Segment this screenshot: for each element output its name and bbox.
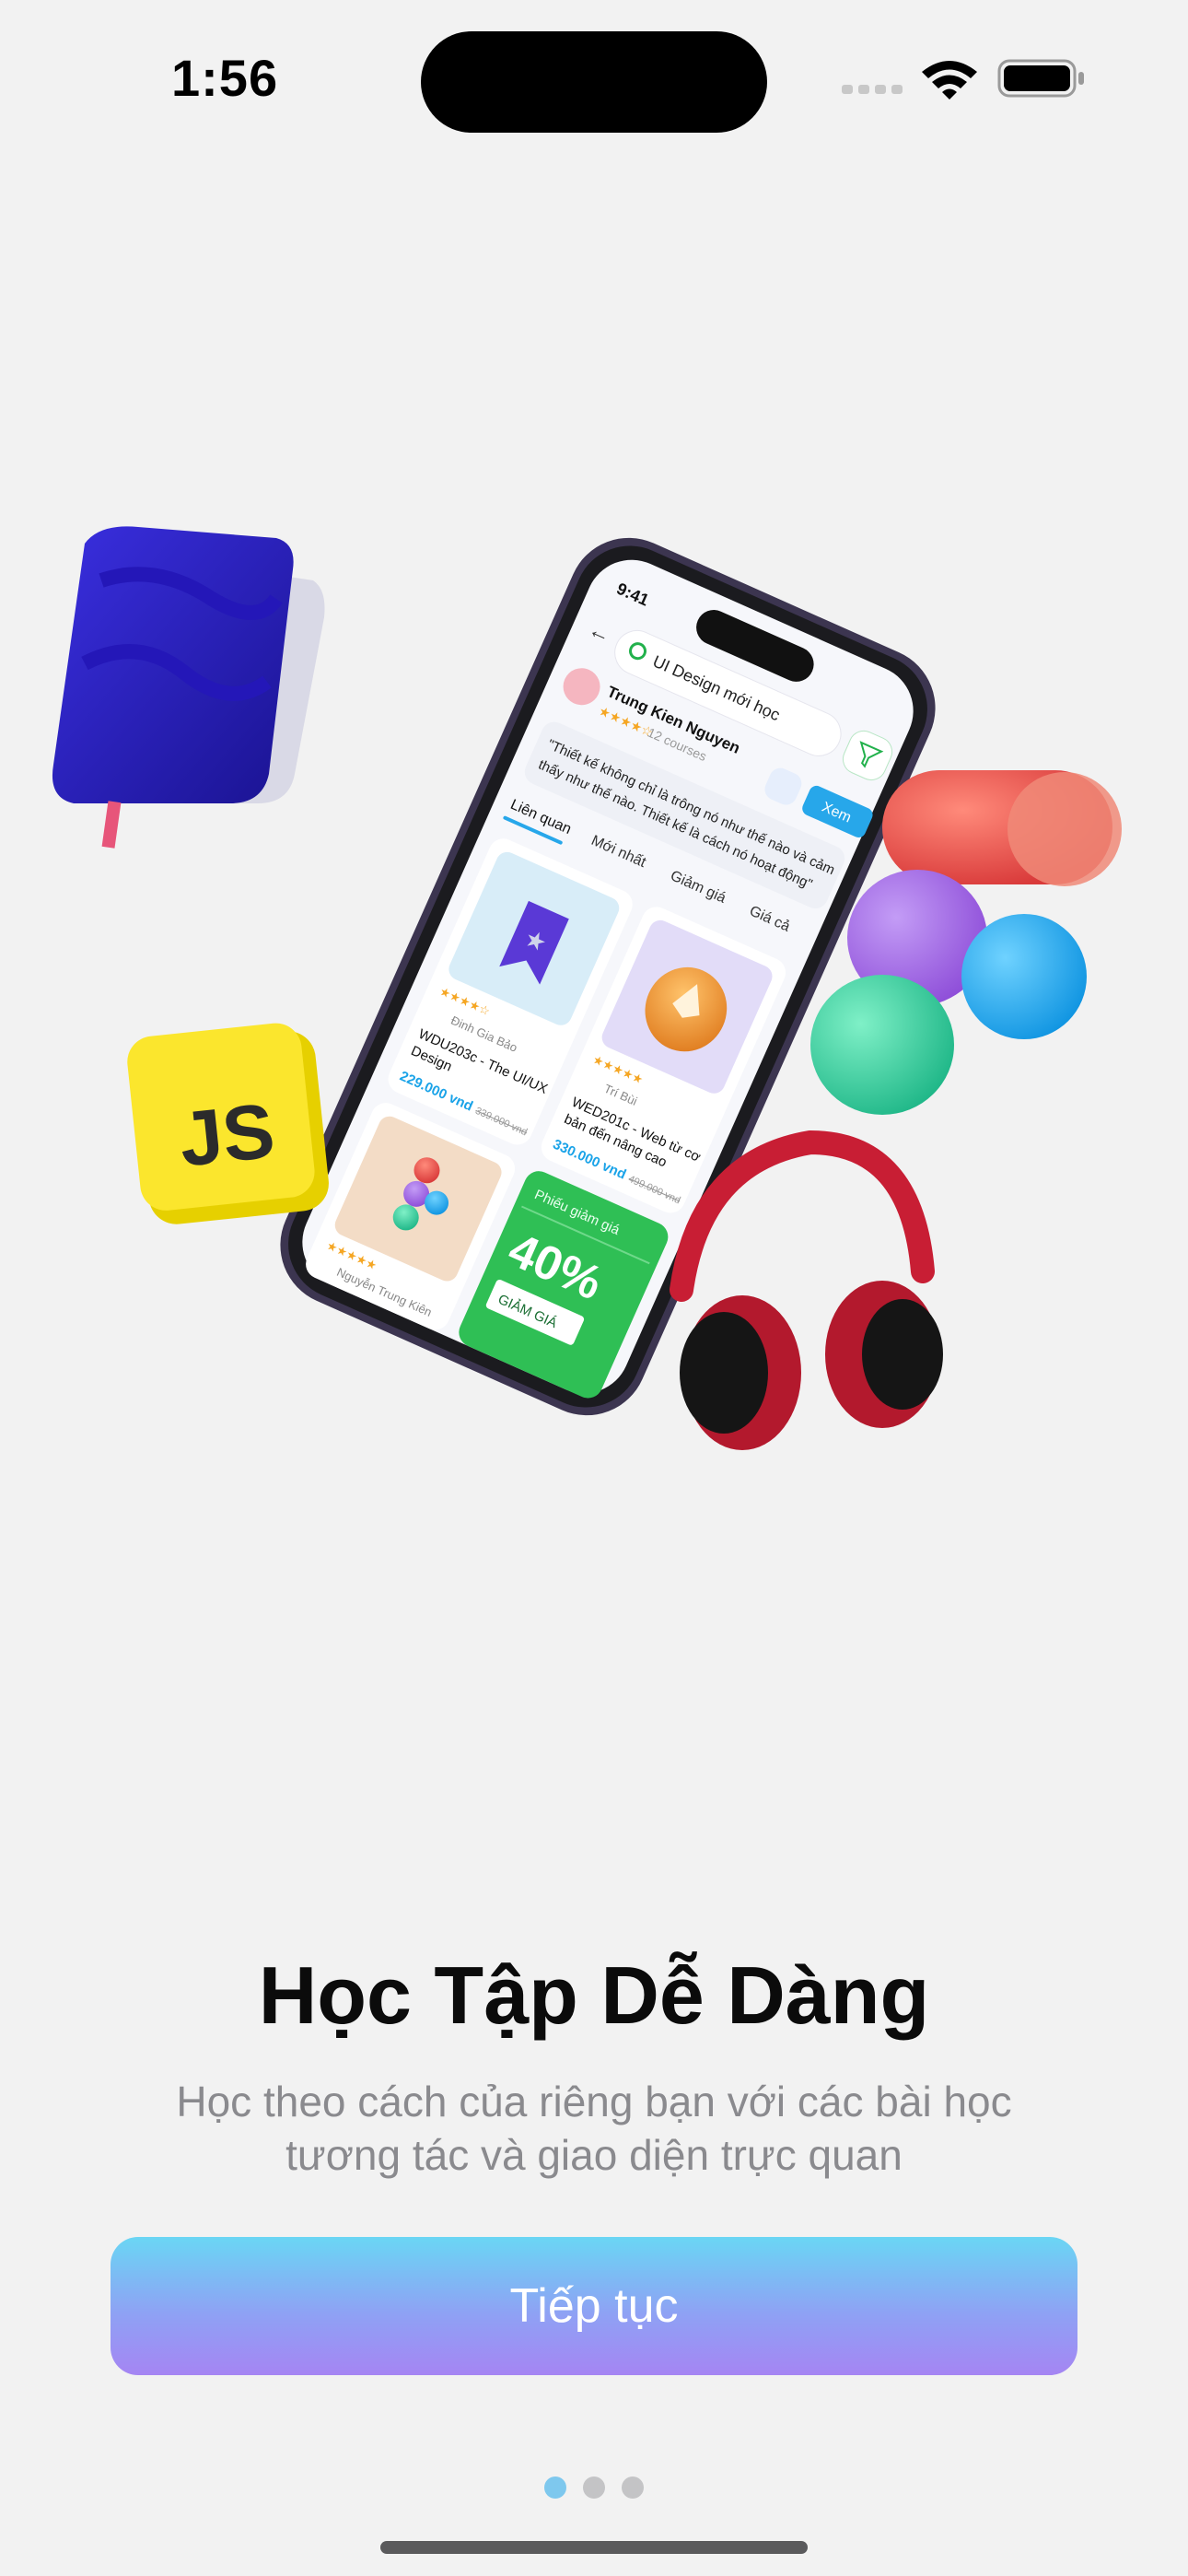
js-badge: JS — [127, 1023, 329, 1224]
home-indicator[interactable] — [380, 2541, 808, 2554]
cellular-icon — [842, 85, 903, 94]
onboarding-title: Học Tập Dễ Dàng — [258, 1950, 930, 2041]
js-badge-text: JS — [175, 1087, 278, 1183]
page-indicator-dot-active[interactable] — [544, 2476, 566, 2499]
dynamic-island — [421, 31, 767, 133]
battery-icon — [997, 59, 1084, 98]
status-time: 1:56 — [171, 49, 279, 107]
hero-illustration: 9:41 ← UI Design mới học Trung Kien Nguy… — [52, 526, 1122, 1450]
onboarding-subtitle: Học theo cách của riêng bạn với các bài … — [176, 2078, 1012, 2179]
book-illustration — [52, 526, 325, 849]
continue-button[interactable]: Tiếp tục — [111, 2237, 1077, 2375]
headphones-illustration — [670, 1130, 943, 1450]
page-indicator-dot[interactable] — [622, 2476, 644, 2499]
wifi-icon — [922, 61, 977, 100]
page-indicator-dot[interactable] — [583, 2476, 605, 2499]
